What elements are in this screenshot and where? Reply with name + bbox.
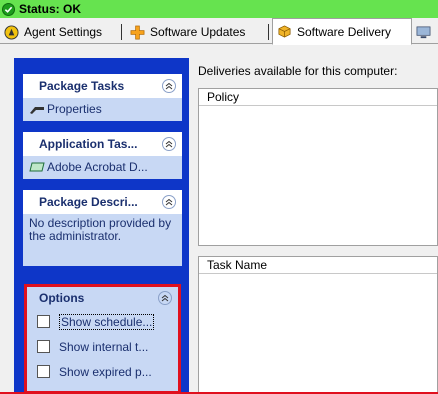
options-header[interactable]: Options	[27, 287, 178, 309]
collapse-icon[interactable]	[162, 137, 176, 151]
status-bar: Status: OK	[0, 0, 438, 18]
task-list[interactable]: Task Name	[198, 256, 438, 394]
collapse-icon[interactable]	[158, 291, 172, 305]
task-link-label: Properties	[47, 102, 102, 116]
package-description-header[interactable]: Package Descri...	[23, 190, 182, 214]
collapse-icon[interactable]	[162, 79, 176, 93]
application-tasks-group: Application Tas... Adobe Acrobat D...	[23, 132, 182, 179]
package-tasks-header[interactable]: Package Tasks	[23, 74, 182, 98]
tab-separator	[268, 24, 269, 40]
group-title: Package Descri...	[39, 195, 138, 209]
adobe-acrobat-link[interactable]: Adobe Acrobat D...	[29, 159, 176, 175]
package-description-text: No description provided by the administr…	[29, 216, 172, 243]
show-internal-checkbox[interactable]	[37, 340, 50, 353]
policy-column-header[interactable]: Policy	[199, 89, 437, 106]
column-title: Task Name	[207, 258, 268, 272]
tab-label: Agent Settings	[24, 25, 103, 39]
status-text: Status: OK	[19, 2, 82, 16]
policy-list[interactable]: Policy	[198, 88, 438, 246]
task-link-label: Adobe Acrobat D...	[47, 160, 148, 174]
application-tasks-header[interactable]: Application Tas...	[23, 132, 182, 156]
package-tasks-body: Properties	[23, 98, 182, 121]
properties-icon	[29, 103, 45, 115]
option-label[interactable]: Show expired p...	[59, 365, 152, 379]
group-title: Options	[39, 291, 85, 305]
show-schedule-option[interactable]: Show schedule...	[27, 309, 178, 334]
application-tasks-body: Adobe Acrobat D...	[23, 156, 182, 179]
tab-software-delivery[interactable]: Software Delivery	[272, 18, 412, 45]
package-description-body: No description provided by the administr…	[23, 214, 182, 266]
tab-bar: Agent Settings Software Updates Software…	[0, 18, 438, 45]
options-group: Options Show schedule... Show internal t…	[24, 284, 181, 394]
tab-overflow[interactable]	[414, 20, 438, 44]
show-schedule-checkbox[interactable]	[37, 315, 50, 328]
show-internal-option[interactable]: Show internal t...	[27, 334, 178, 359]
package-description-group: Package Descri... No description provide…	[23, 190, 182, 266]
group-title: Package Tasks	[39, 79, 125, 93]
properties-link[interactable]: Properties	[29, 101, 176, 117]
tab-label: Software Updates	[150, 25, 246, 39]
collapse-icon[interactable]	[162, 195, 176, 209]
group-title: Application Tas...	[39, 137, 138, 151]
check-icon	[2, 2, 15, 16]
software-delivery-icon	[277, 24, 292, 39]
show-expired-checkbox[interactable]	[37, 365, 50, 378]
option-label[interactable]: Show schedule...	[59, 313, 155, 330]
task-name-column-header[interactable]: Task Name	[199, 257, 437, 274]
application-icon	[29, 161, 45, 173]
tab-agent-settings[interactable]: Agent Settings	[0, 20, 106, 44]
deliveries-label: Deliveries available for this computer:	[198, 64, 398, 78]
option-label[interactable]: Show internal t...	[59, 340, 148, 354]
show-expired-option[interactable]: Show expired p...	[27, 359, 178, 384]
tab-software-updates[interactable]: Software Updates	[126, 20, 249, 44]
tab-separator	[121, 24, 122, 40]
package-tasks-group: Package Tasks Properties	[23, 74, 182, 121]
agent-settings-icon	[4, 24, 19, 40]
software-updates-icon	[130, 25, 145, 40]
column-title: Policy	[207, 90, 240, 104]
tab-label: Software Delivery	[297, 24, 392, 39]
computer-icon	[416, 25, 431, 40]
